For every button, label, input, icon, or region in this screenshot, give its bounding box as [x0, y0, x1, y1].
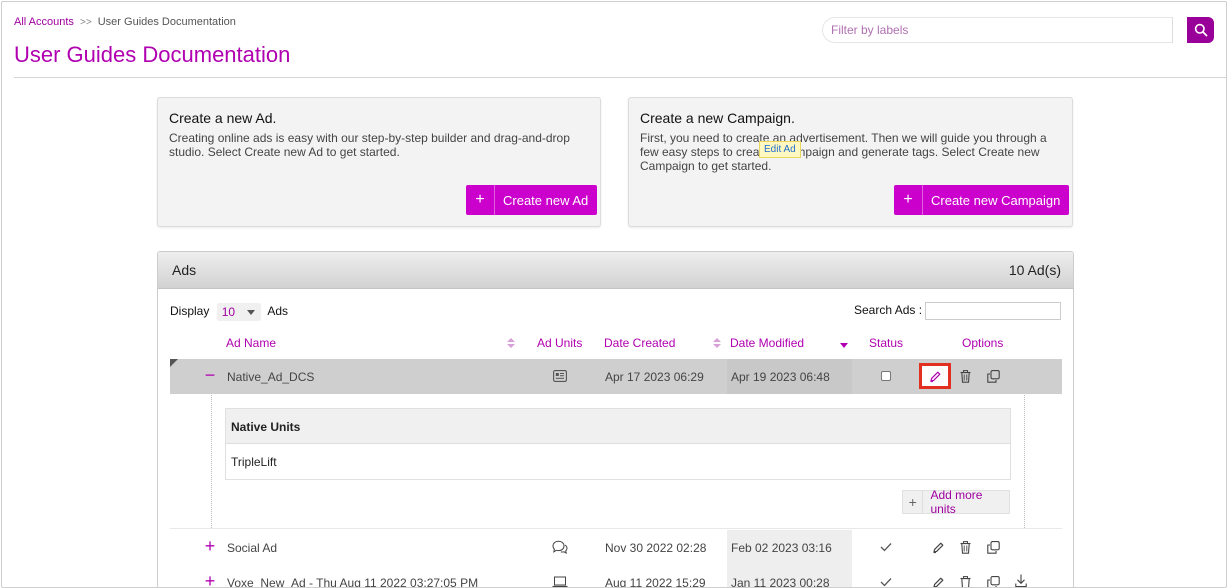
create-new-campaign-button[interactable]: + Create new Campaign: [894, 185, 1070, 215]
create-ad-description: Creating online ads is easy with our ste…: [169, 131, 570, 159]
chevron-down-icon: [246, 310, 255, 315]
add-more-units-label: Add more units: [930, 488, 983, 516]
laptop-icon: [552, 576, 568, 587]
col-date-created[interactable]: Date Created: [604, 336, 675, 350]
edit-pencil-icon[interactable]: [929, 370, 941, 383]
add-more-units-button[interactable]: + Add more units: [902, 488, 1010, 516]
trash-icon[interactable]: [960, 541, 971, 554]
create-ad-title: Create a new Ad.: [169, 110, 277, 126]
col-ad-units: Ad Units: [537, 336, 583, 350]
sort-desc-icon[interactable]: [840, 343, 848, 348]
page-title: User Guides Documentation: [14, 42, 291, 67]
col-date-modified[interactable]: Date Modified: [730, 336, 804, 350]
sort-icon[interactable]: [713, 338, 721, 348]
col-ad-name[interactable]: Ad Name: [226, 336, 276, 350]
expand-toggle[interactable]: +: [203, 537, 217, 555]
date-modified: Apr 19 2023 06:48: [731, 370, 830, 384]
col-options: Options: [962, 336, 1004, 350]
download-icon[interactable]: [1015, 574, 1027, 588]
breadcrumb-all-accounts[interactable]: All Accounts: [14, 16, 74, 28]
duplicate-icon[interactable]: [987, 370, 1000, 383]
detail-divider: [170, 528, 1062, 529]
display-suffix: Ads: [267, 304, 289, 319]
create-ad-card: Create a new Ad. Creating online ads is …: [157, 97, 601, 227]
trash-icon[interactable]: [960, 370, 971, 383]
col-status: Status: [869, 336, 904, 350]
ads-search: Search Ads :: [854, 302, 1061, 320]
filter-labels-input[interactable]: [822, 17, 1172, 43]
row-corner-marker: [170, 359, 178, 367]
filter-divider: [1172, 17, 1173, 43]
date-created: Apr 17 2023 06:29: [605, 370, 704, 384]
create-campaign-card: Create a new Campaign. First, you need t…: [628, 97, 1073, 227]
ad-detail-panel: Native Units TripleLift + Add more units: [211, 395, 1025, 528]
breadcrumb-current: User Guides Documentation: [97, 16, 236, 28]
display-count-value: 10: [221, 305, 236, 319]
expand-toggle[interactable]: +: [203, 572, 217, 587]
search-ads-input[interactable]: [925, 302, 1061, 320]
duplicate-icon[interactable]: [987, 541, 1000, 554]
create-new-ad-button[interactable]: + Create new Ad: [466, 185, 598, 215]
create-campaign-title: Create a new Campaign.: [640, 110, 795, 126]
create-campaign-description: First, you need to create an advertiseme…: [640, 131, 1047, 173]
native-units-header: Native Units: [226, 409, 1010, 444]
create-new-campaign-label: Create new Campaign: [931, 192, 1061, 208]
ads-table-header: Ad Name Ad Units Date Created Date Modif…: [170, 334, 1062, 354]
date-modified: Jan 11 2023 00:28: [731, 576, 830, 588]
plus-icon: +: [466, 185, 495, 215]
edit-ad-tooltip: Edit Ad: [759, 141, 801, 158]
ad-name[interactable]: Social Ad: [227, 541, 277, 555]
date-created: Nov 30 2022 02:28: [605, 541, 707, 555]
check-icon: [880, 578, 892, 587]
table-row[interactable]: − Native_Ad_DCS Apr 17 2023 06:29 Apr 19…: [170, 359, 1062, 394]
collapse-toggle[interactable]: −: [203, 366, 217, 384]
ad-name[interactable]: Native_Ad_DCS: [227, 370, 314, 384]
native-unit-icon: [553, 370, 567, 382]
native-units-box: Native Units TripleLift: [225, 408, 1011, 480]
ads-count: 10 Ad(s): [1008, 262, 1061, 278]
filter-search-button[interactable]: [1187, 17, 1214, 43]
display-control: Display 10 Ads: [170, 303, 288, 321]
app-frame: All Accounts >> User Guides Documentatio…: [1, 1, 1227, 588]
edit-pencil-icon[interactable]: [932, 576, 944, 588]
sort-icon[interactable]: [507, 338, 515, 348]
create-new-ad-label: Create new Ad: [503, 192, 589, 208]
plus-icon: +: [903, 491, 924, 513]
duplicate-icon[interactable]: [987, 576, 1000, 588]
date-modified: Feb 02 2023 03:16: [731, 541, 832, 555]
plus-icon: +: [894, 185, 923, 215]
label-filter: [822, 17, 1214, 43]
display-count-select[interactable]: 10: [216, 303, 261, 321]
check-icon: [880, 543, 892, 552]
breadcrumb: All Accounts >> User Guides Documentatio…: [14, 16, 236, 28]
native-unit-name[interactable]: TripleLift: [231, 455, 277, 469]
status-checkbox[interactable]: [881, 371, 891, 381]
ads-panel-title: Ads: [172, 262, 197, 278]
table-row[interactable]: + Social Ad Nov 30 2022 02:28 Feb 02 202…: [170, 530, 1062, 565]
edit-pencil-icon[interactable]: [932, 541, 944, 554]
social-chat-icon: [552, 540, 568, 554]
ads-panel-header: Ads 10 Ad(s): [158, 252, 1073, 289]
search-icon: [1194, 23, 1207, 37]
trash-icon[interactable]: [960, 576, 971, 588]
search-ads-label: Search Ads :: [854, 303, 923, 317]
ad-name[interactable]: Voxe_New_Ad - Thu Aug 11 2022 03:27:05 P…: [227, 576, 478, 587]
display-label: Display: [170, 304, 210, 319]
table-row[interactable]: + Voxe_New_Ad - Thu Aug 11 2022 03:27:05…: [170, 565, 1062, 588]
native-units-title: Native Units: [231, 420, 301, 434]
ads-panel: Ads 10 Ad(s) Display 10 Ads Search Ads :…: [157, 251, 1074, 588]
date-created: Aug 11 2022 15:29: [605, 576, 706, 588]
header-divider: [14, 77, 1226, 78]
breadcrumb-separator: >>: [79, 17, 92, 28]
